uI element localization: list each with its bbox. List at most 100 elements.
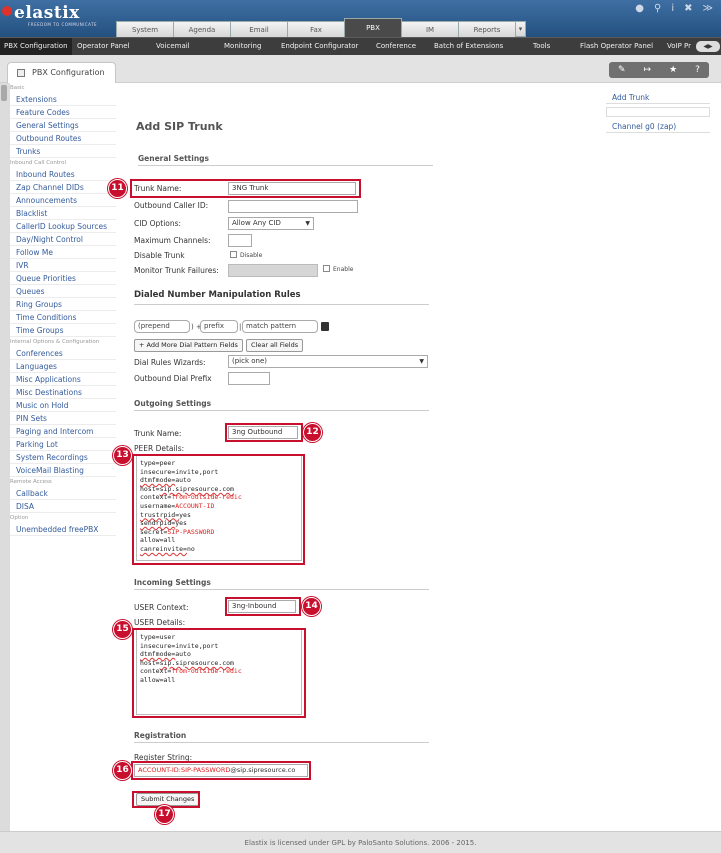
tab-fax[interactable]: Fax bbox=[287, 21, 345, 37]
submenu-operator-panel[interactable]: Operator Panel bbox=[77, 38, 129, 55]
sidebar-item-languages[interactable]: Languages bbox=[10, 360, 116, 373]
add-trunk-link[interactable]: Add Trunk bbox=[606, 91, 710, 104]
sidebar-item-inbound-routes[interactable]: Inbound Routes bbox=[10, 168, 116, 181]
collapse-handle-icon[interactable] bbox=[1, 85, 7, 101]
sidebar-item-ring-groups[interactable]: Ring Groups bbox=[10, 298, 116, 311]
help-icon[interactable]: ? bbox=[695, 65, 700, 75]
tools-icon[interactable]: ✖ bbox=[684, 3, 692, 14]
prepend-input[interactable]: (prepend bbox=[134, 320, 190, 333]
dial-rules-divider bbox=[134, 304, 429, 305]
general-divider bbox=[138, 165, 433, 166]
submenu-tools[interactable]: Tools bbox=[533, 38, 550, 55]
max-channels-label: Maximum Channels: bbox=[134, 236, 211, 245]
registration-header: Registration bbox=[134, 731, 187, 740]
sidebar-item-queues[interactable]: Queues bbox=[10, 285, 116, 298]
sidebar-item-blacklist[interactable]: Blacklist bbox=[10, 207, 116, 220]
sidebar-item-system-recordings[interactable]: System Recordings bbox=[10, 451, 116, 464]
submenu-endpoint-configurator[interactable]: Endpoint Configurator bbox=[281, 38, 358, 55]
clear-all-fields-button[interactable]: Clear all Fields bbox=[246, 339, 304, 352]
sidebar-item-extensions[interactable]: Extensions bbox=[10, 93, 116, 106]
user-details-label: USER Details: bbox=[134, 618, 186, 627]
star-icon[interactable]: ★ bbox=[669, 65, 677, 75]
tab-agenda[interactable]: Agenda bbox=[173, 21, 231, 37]
sidebar-item-callerid-lookup-sources[interactable]: CallerID Lookup Sources bbox=[10, 220, 116, 233]
sidebar-item-follow-me[interactable]: Follow Me bbox=[10, 246, 116, 259]
add-more-dial-pattern-button[interactable]: + Add More Dial Pattern Fields bbox=[134, 339, 243, 352]
disable-text: Disable bbox=[240, 252, 263, 259]
submenu-batch-of-extensions[interactable]: Batch of Extensions bbox=[434, 38, 503, 55]
logout-icon[interactable]: ≫ bbox=[703, 3, 713, 14]
sidebar-item-time-conditions[interactable]: Time Conditions bbox=[10, 311, 116, 324]
sidebar-item-feature-codes[interactable]: Feature Codes bbox=[10, 106, 116, 119]
tabs-more-chevron-icon[interactable]: ▾ bbox=[515, 21, 526, 37]
sidebar-item-day-night-control[interactable]: Day/Night Control bbox=[10, 233, 116, 246]
tab-system[interactable]: System bbox=[116, 21, 174, 37]
elastix-logo[interactable]: elastix bbox=[14, 3, 80, 23]
dial-wizards-select[interactable]: (pick one) ▼ bbox=[228, 355, 428, 368]
sidebar-section-title: Basic bbox=[10, 85, 25, 91]
disable-trunk-checkbox[interactable] bbox=[230, 251, 237, 258]
submenu-voip-provider[interactable]: VoIP Pr bbox=[667, 38, 691, 55]
annotation-box-15 bbox=[132, 628, 306, 718]
match-pattern-input[interactable]: match pattern bbox=[242, 320, 318, 333]
outbound-cid-input[interactable] bbox=[228, 200, 358, 213]
chevron-down-icon: ▼ bbox=[305, 220, 310, 227]
info-icon[interactable]: i bbox=[671, 3, 674, 14]
trash-icon[interactable] bbox=[321, 322, 329, 331]
main-content: Add SIP Trunk General Settings Trunk Nam… bbox=[108, 83, 606, 831]
sidebar-nav: Basic Extensions Feature Codes General Sett… bbox=[10, 83, 116, 831]
submenu-scroll-chevron-icon[interactable]: ◀▶ bbox=[696, 41, 720, 52]
tab-email[interactable]: Email bbox=[230, 21, 288, 37]
submenu-voicemail[interactable]: Voicemail bbox=[156, 38, 190, 55]
monitor-enable-checkbox[interactable] bbox=[323, 265, 330, 272]
sidebar-item-disa[interactable]: DISA bbox=[10, 500, 116, 513]
tab-pbx[interactable]: PBX bbox=[344, 18, 402, 37]
prefix-input[interactable]: prefix bbox=[200, 320, 238, 333]
sidebar-item-trunks[interactable]: Trunks bbox=[10, 145, 116, 158]
outbound-prefix-input[interactable] bbox=[228, 372, 270, 385]
sidebar-item-queue-priorities[interactable]: Queue Priorities bbox=[10, 272, 116, 285]
sidebar-item-misc-destinations[interactable]: Misc Destinations bbox=[10, 386, 116, 399]
sidebar-item-paging-and-intercom[interactable]: Paging and Intercom bbox=[10, 425, 116, 438]
max-channels-input[interactable] bbox=[228, 234, 252, 247]
cid-options-select[interactable]: Allow Any CID ▼ bbox=[228, 217, 314, 230]
sidebar-item-time-groups[interactable]: Time Groups bbox=[10, 324, 116, 337]
collapse-strip[interactable] bbox=[0, 83, 10, 831]
sidebar-item-callback[interactable]: Callback bbox=[10, 487, 116, 500]
tab-reports[interactable]: Reports bbox=[458, 21, 516, 37]
edit-icon[interactable]: ✎ bbox=[618, 65, 626, 75]
submenu-conference[interactable]: Conference bbox=[376, 38, 416, 55]
monitor-failures-input[interactable] bbox=[228, 264, 318, 277]
app-header: elastix FREEDOM TO COMMUNICATE ● ⚲ i ✖ ≫… bbox=[0, 0, 721, 37]
channel-g0-link[interactable]: Channel g0 (zap) bbox=[606, 120, 710, 133]
dial-rules-header: Dialed Number Manipulation Rules bbox=[134, 290, 301, 300]
sidebar-item-unembedded-freepbx[interactable]: Unembedded freePBX bbox=[10, 523, 116, 536]
user-context-label: USER Context: bbox=[134, 603, 189, 612]
sidebar-item-announcements[interactable]: Announcements bbox=[10, 194, 116, 207]
tab-im[interactable]: IM bbox=[401, 21, 459, 37]
sidebar-item-zap-channel-dids[interactable]: Zap Channel DIDs bbox=[10, 181, 116, 194]
submenu-pbx-configuration[interactable]: PBX Configuration bbox=[0, 38, 72, 55]
sidebar-item-outbound-routes[interactable]: Outbound Routes bbox=[10, 132, 116, 145]
module-page-icon bbox=[17, 69, 25, 77]
sidebar-item-music-on-hold[interactable]: Music on Hold bbox=[10, 399, 116, 412]
drop-icon[interactable]: ● bbox=[635, 3, 644, 14]
dial-wizards-value: (pick one) bbox=[232, 357, 268, 365]
submenu-flash-operator-panel[interactable]: Flash Operator Panel bbox=[580, 38, 653, 55]
cid-options-value: Allow Any CID bbox=[232, 219, 281, 227]
trunk-list-panel: Add Trunk Channel g0 (zap) bbox=[606, 83, 714, 143]
expand-icon[interactable]: ↦ bbox=[644, 65, 652, 75]
sidebar-item-parking-lot[interactable]: Parking Lot bbox=[10, 438, 116, 451]
sidebar-item-misc-applications[interactable]: Misc Applications bbox=[10, 373, 116, 386]
annotation-box-13 bbox=[132, 454, 305, 565]
sidebar-item-general-settings[interactable]: General Settings bbox=[10, 119, 116, 132]
module-tab[interactable]: PBX Configuration bbox=[7, 62, 116, 83]
search-icon[interactable]: ⚲ bbox=[654, 3, 661, 14]
sidebar-item-voicemail-blasting[interactable]: VoiceMail Blasting bbox=[10, 464, 116, 477]
annotation-box-14 bbox=[225, 597, 301, 616]
enable-text: Enable bbox=[333, 266, 354, 273]
sidebar-item-ivr[interactable]: IVR bbox=[10, 259, 116, 272]
sidebar-item-pin-sets[interactable]: PIN Sets bbox=[10, 412, 116, 425]
submenu-monitoring[interactable]: Monitoring bbox=[224, 38, 261, 55]
sidebar-item-conferences[interactable]: Conferences bbox=[10, 347, 116, 360]
